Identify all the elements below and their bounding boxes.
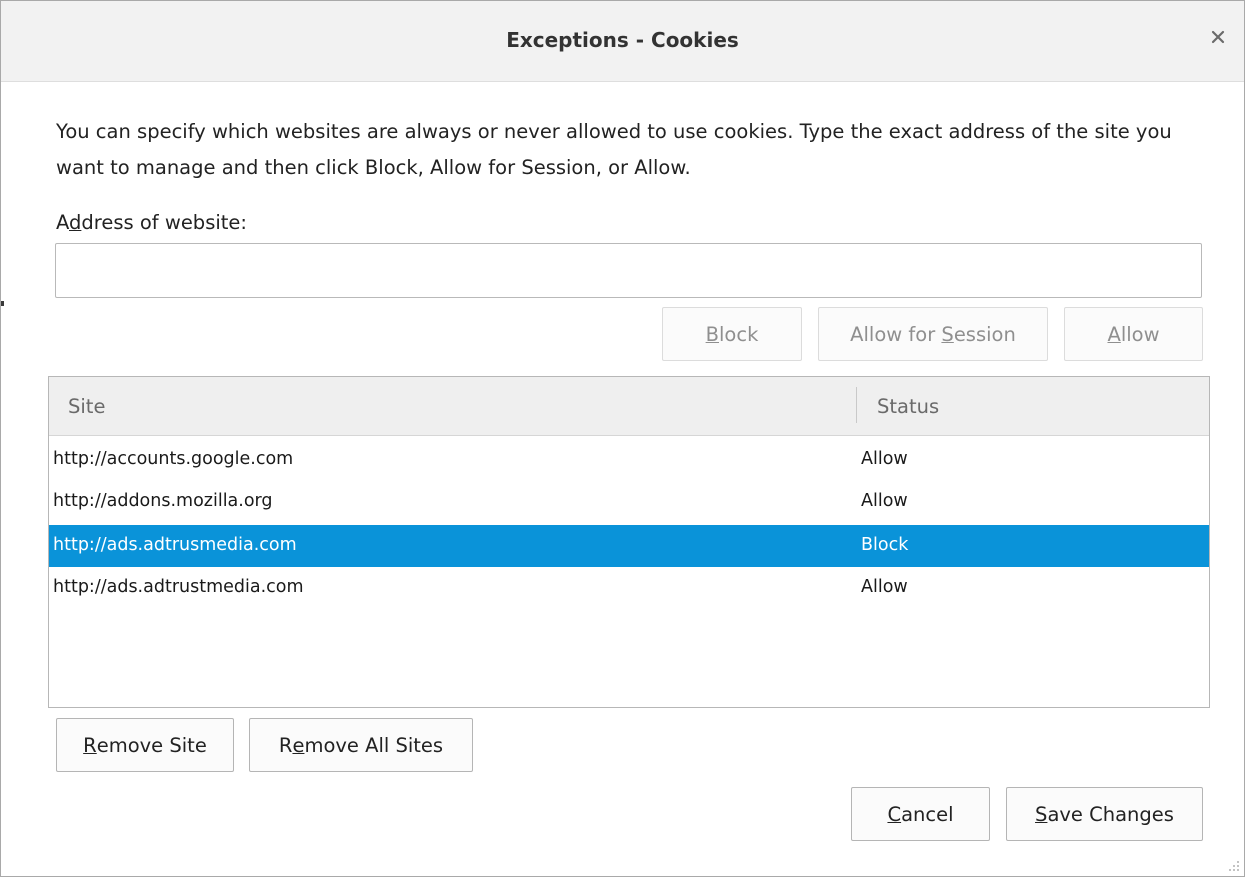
save-accesskey: S [1035,802,1048,826]
address-input[interactable] [55,243,1202,298]
save-changes-button[interactable]: Save Changes [1006,787,1203,841]
address-label-accesskey: d [69,211,82,234]
status-cell: Block [861,535,909,555]
remove-all-sites-button[interactable]: Re move All Sites [249,718,473,772]
address-label-text-rest: dress of website: [81,211,247,234]
allow-for-session-button[interactable]: Allow for Session [818,307,1048,361]
allow-session-accesskey: S [941,322,954,346]
edge-mark [1,301,4,306]
allow-button[interactable]: Allow [1064,307,1203,361]
address-label-text: A [56,211,69,234]
remove-site-button[interactable]: Remove Site [56,718,234,772]
table-row-selected[interactable]: http://ads.adtrusmedia.com Block [49,525,1209,567]
cancel-button[interactable]: Cancel [851,787,990,841]
site-cell: http://ads.adtrustmedia.com [53,577,304,597]
status-cell: Allow [861,449,908,469]
save-label: ave Changes [1047,802,1174,826]
column-header-site[interactable]: Site [68,395,105,418]
remove-all-accesskey: e [292,733,305,757]
site-cell: http://ads.adtrusmedia.com [53,535,297,555]
allow-session-label-rest: ession [953,322,1016,346]
remove-all-label-rest: move All Sites [304,733,444,757]
table-row[interactable]: http://ads.adtrustmedia.com Allow [49,567,1209,609]
cancel-label: ancel [901,802,954,826]
table-row[interactable]: http://accounts.google.com Allow [49,439,1209,481]
close-icon [1211,30,1225,44]
remove-site-label: emove Site [96,733,207,757]
remove-site-accesskey: R [83,733,97,757]
table-row[interactable]: http://addons.mozilla.org Allow [49,481,1209,523]
allow-button-label: llow [1120,322,1160,346]
column-header-status[interactable]: Status [877,395,939,418]
intro-description: You can specify which websites are alway… [56,120,1172,179]
dialog-title: Exceptions - Cookies [506,28,739,52]
title-bar: Exceptions - Cookies [1,1,1244,82]
status-cell: Allow [861,491,908,511]
table-header: Site Status [49,377,1209,436]
block-button-accesskey: B [705,322,719,346]
sites-table: Site Status http://accounts.google.com A… [48,376,1210,708]
exceptions-cookies-dialog: Exceptions - Cookies You can specify whi… [0,0,1245,877]
site-cell: http://accounts.google.com [53,449,294,469]
resize-grip-icon[interactable] [1226,858,1240,872]
allow-session-label: Allow for [850,322,942,346]
block-button-label: lock [719,322,759,346]
cancel-accesskey: C [887,802,902,826]
site-cell: http://addons.mozilla.org [53,491,273,511]
remove-all-label: R [278,733,293,757]
status-cell: Allow [861,577,908,597]
close-button[interactable] [1206,25,1230,49]
column-separator[interactable] [856,387,857,423]
address-label: Address of website: [56,211,247,234]
block-button[interactable]: Block [662,307,802,361]
allow-button-accesskey: A [1107,322,1121,346]
